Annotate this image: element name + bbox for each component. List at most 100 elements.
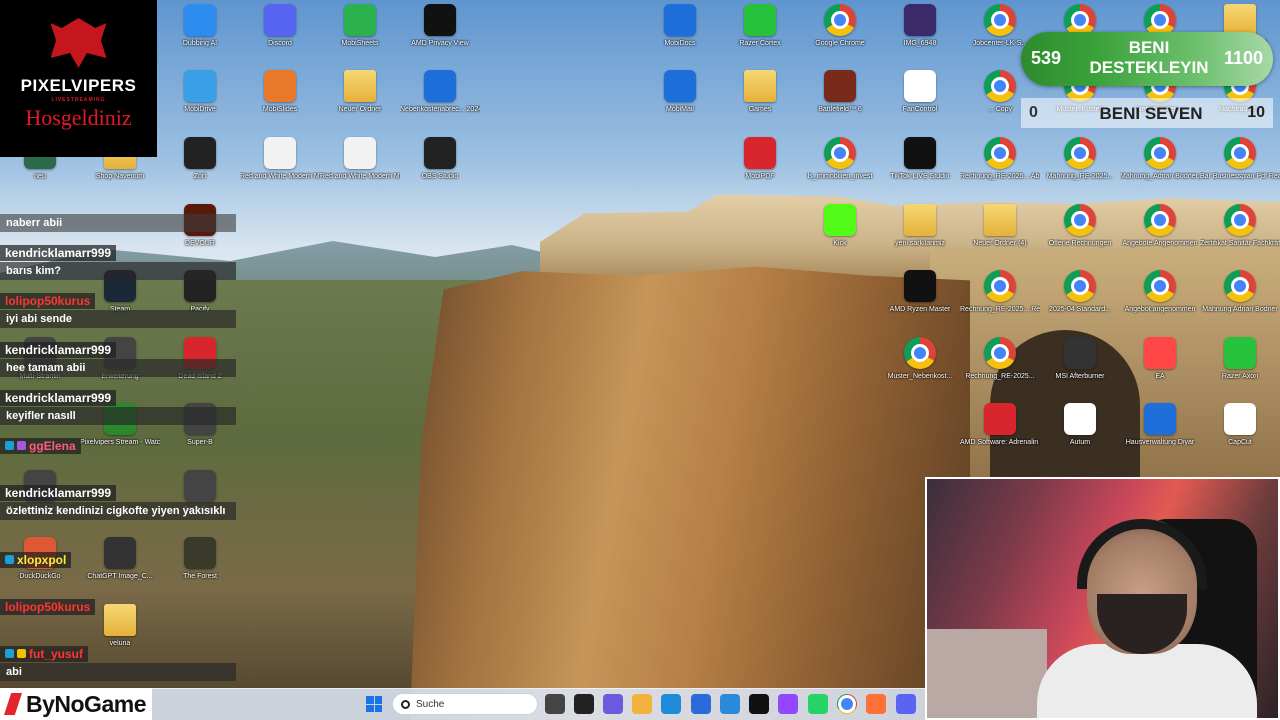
folder-icon: [984, 204, 1016, 236]
obs-icon[interactable]: [574, 694, 594, 714]
desktop-icon[interactable]: Rechnung_RE-2025... Abschlagsrechnun...: [960, 137, 1040, 181]
tiktok-icon: [904, 137, 936, 169]
desktop-icon-label: MobiPDF: [745, 173, 775, 180]
desktop-icon-label: Bar Businessplan Pdf Ready (2): [1200, 173, 1280, 180]
chrome-icon: [984, 137, 1016, 169]
store-icon[interactable]: [691, 694, 711, 714]
battlefield-icon: [824, 70, 856, 102]
whatsapp-icon[interactable]: [808, 694, 828, 714]
desktop-icon-label: Mahnung Adrian Bodner: [1202, 306, 1278, 313]
desktop-icon[interactable]: Dubbing AI: [160, 4, 240, 48]
desktop-icon[interactable]: Kick: [800, 204, 880, 248]
desktop-icon[interactable]: Angebot angenommen: [1120, 270, 1200, 314]
task-view-icon[interactable]: [545, 694, 565, 714]
mobipdf-icon: [744, 137, 776, 169]
tiktok-icon[interactable]: [749, 694, 769, 714]
desktop-icon[interactable]: Games: [720, 70, 800, 114]
desktop-icon[interactable]: Rechnung_RE-2025... Rechnung Jörg Gärt..…: [960, 270, 1040, 314]
chrome-icon: [824, 4, 856, 36]
desktop-icon[interactable]: TikTok LIVE Studio: [880, 137, 960, 181]
chat-username: kendricklamarr999: [0, 342, 117, 358]
wallpaper-cliff: [410, 266, 970, 720]
chrome-icon: [1144, 204, 1176, 236]
desktop-icon[interactable]: AMD Ryzen Master: [880, 270, 960, 314]
bynogame-text: ByNoGame: [26, 690, 146, 717]
razer-axon-icon: [1224, 337, 1256, 369]
desktop-icon[interactable]: IMG_6948: [880, 4, 960, 48]
desktop-icon-label: Neuer Ordner (4): [973, 240, 1027, 247]
firefox-icon[interactable]: [866, 694, 886, 714]
chat-message-row: kendricklamarr999 özlettiniz kendinizi c…: [0, 484, 236, 520]
edge-icon[interactable]: [661, 694, 681, 714]
desktop-icon[interactable]: AMD Privacy View: [400, 4, 480, 48]
desktop-icon-label: yeni sarkilarimiz: [895, 240, 945, 247]
desktop-icon[interactable]: Neuer Ordner: [320, 70, 400, 114]
desktop-icon[interactable]: MobiMail: [640, 70, 720, 114]
desktop-icon[interactable]: Zort: [160, 137, 240, 181]
desktop-icon[interactable]: Rechnung_RE-2025...: [960, 337, 1040, 381]
desktop-icon[interactable]: Muster_Nebenkost...: [880, 337, 960, 381]
desktop-icon[interactable]: MSI Afterburner: [1040, 337, 1120, 381]
discord-icon[interactable]: [896, 694, 916, 714]
desktop-icon-label: Rechnung_RE-2025... Abschlagsrechnun...: [960, 173, 1040, 180]
razer-cortex-icon: [744, 4, 776, 36]
desktop-icon-label: Discord: [268, 40, 292, 47]
file-explorer-icon[interactable]: [632, 694, 652, 714]
start-icon[interactable]: [366, 696, 382, 712]
desktop-icon[interactable]: Zertifikat Sanitär Fachkraft: [1200, 204, 1280, 248]
desktop-icon[interactable]: Red and White Modern Men's F...: [320, 137, 400, 181]
desktop-icon-label: Zort: [193, 173, 207, 180]
desktop-icon[interactable]: Neuer Ordner (4): [960, 204, 1040, 248]
desktop-icon[interactable]: MobiDrive: [160, 70, 240, 114]
desktop-icon[interactable]: Bar Businessplan Pdf Ready (2): [1200, 137, 1280, 181]
document-icon: [1144, 403, 1176, 435]
chrome-icon[interactable]: [837, 694, 857, 714]
desktop-icon[interactable]: Nebenkostenabrec... 2024 Tan: [400, 70, 480, 114]
webcam-feed: [925, 477, 1280, 720]
desktop-icon[interactable]: Battlefield™ 6: [800, 70, 880, 114]
desktop-icon[interactable]: 2025-04 Standard...: [1040, 270, 1120, 314]
desktop-icon-label: Dubbing AI: [182, 40, 218, 47]
desktop-icon[interactable]: AMD Software: Adrenalin Edition: [960, 403, 1040, 447]
desktop-icon[interactable]: EA: [1120, 337, 1200, 381]
desktop-icon[interactable]: Hausverwaltung Diyar: [1120, 403, 1200, 447]
desktop-icon[interactable]: Google Chrome: [800, 4, 880, 48]
desktop-icon[interactable]: MobiSlides: [240, 70, 320, 114]
desktop-icon[interactable]: ls_immobilien_invest: [800, 137, 880, 181]
desktop-icon-label: Muster_Nebenkost...: [887, 373, 953, 380]
desktop-icon-label: Shop Navenum: [95, 173, 145, 180]
gifter-badge-icon: [17, 441, 26, 450]
mail-icon[interactable]: [720, 694, 740, 714]
desktop-icon[interactable]: Razer Cortex: [720, 4, 800, 48]
desktop-icon[interactable]: Offene Rechnungen: [1040, 204, 1120, 248]
desktop-icon[interactable]: Autum: [1040, 403, 1120, 447]
desktop-icon[interactable]: CapCut: [1200, 403, 1280, 447]
desktop-icon[interactable]: Mahnung_Adrian Bodner.pdf: [1120, 137, 1200, 181]
search-icon: [401, 699, 410, 709]
desktop-icon[interactable]: Angebote Angenommen: [1120, 204, 1200, 248]
desktop-icon-label: MobiMail: [665, 106, 694, 113]
copilot-icon[interactable]: [603, 694, 623, 714]
desktop-icon[interactable]: MobiPDF: [720, 137, 800, 181]
desktop-icon[interactable]: MobiDocs: [640, 4, 720, 48]
twitch-icon[interactable]: [778, 694, 798, 714]
love-count-right: 10: [1247, 104, 1265, 121]
desktop-icon-label: Offene Rechnungen: [1048, 240, 1112, 247]
desktop-icon-label: MobiDrive: [184, 106, 216, 113]
desktop-icon[interactable]: FanControl: [880, 70, 960, 114]
desktop-icon[interactable]: MobiSheets: [320, 4, 400, 48]
chat-username-text: fut_yusuf: [29, 646, 83, 661]
kick-icon: [824, 204, 856, 236]
desktop-icon[interactable]: Mahnung_RE-2025...: [1040, 137, 1120, 181]
desktop-icon[interactable]: yeni sarkilarimiz: [880, 204, 960, 248]
folder-icon: [344, 70, 376, 102]
desktop-icon-label: AMD Software: Adrenalin Edition: [960, 439, 1040, 446]
desktop-icon[interactable]: Discord: [240, 4, 320, 48]
desktop-icon[interactable]: Razer Axon: [1200, 337, 1280, 381]
desktop-icon[interactable]: Red and White Modern Men's F...: [240, 137, 320, 181]
desktop-icon[interactable]: Mahnung Adrian Bodner: [1200, 270, 1280, 314]
eye-icon: [424, 4, 456, 36]
taskbar-search[interactable]: Suche: [392, 693, 538, 715]
desktop-icon[interactable]: OBS Studio: [400, 137, 480, 181]
channel-logo: PIXELVIPERS LIVESTREAMING Hosgeldiniz: [0, 0, 157, 157]
